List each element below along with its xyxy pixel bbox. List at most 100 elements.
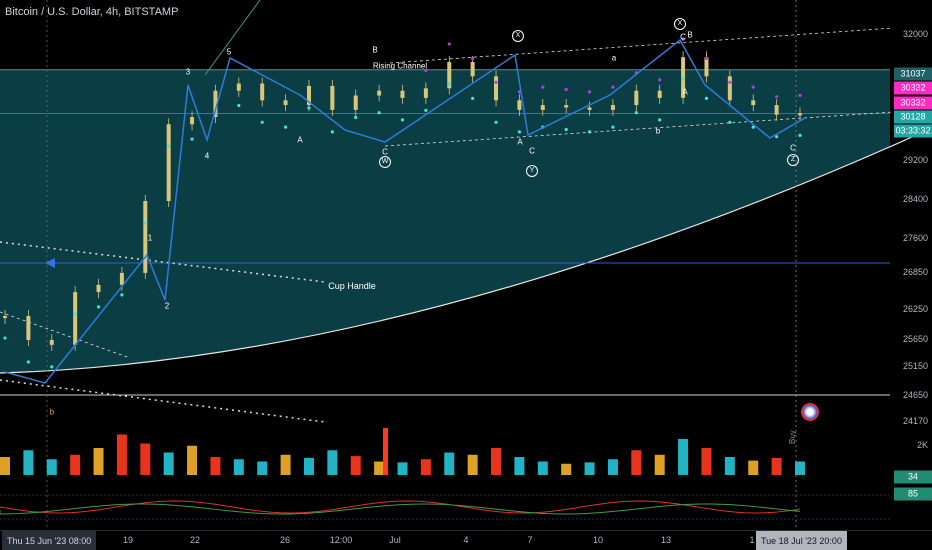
wave-label: b: [49, 407, 55, 417]
wave-label: 4: [204, 151, 210, 161]
candle-body: [494, 76, 499, 101]
volume-bar: [514, 457, 525, 475]
time-tick: Jul: [389, 535, 401, 545]
volume-bar: [374, 461, 385, 475]
volume-bar: [140, 443, 151, 475]
wave-label: C: [680, 32, 686, 42]
volume-bar: [467, 454, 478, 475]
support-dot: [634, 111, 638, 115]
volume-bar: [93, 448, 104, 475]
cup-handle-label: Cup Handle: [328, 281, 376, 291]
volume-bar: [420, 459, 431, 475]
support-dot: [167, 144, 171, 148]
volume-bar: [280, 454, 291, 475]
wave-label: 3: [185, 67, 191, 77]
candle-body: [400, 90, 405, 98]
candle-body: [143, 200, 148, 273]
support-dot: [283, 125, 288, 129]
support-dot: [73, 312, 77, 316]
time-tick: 19: [122, 535, 134, 545]
volume-bar: [748, 460, 759, 475]
wave-label: C: [529, 146, 535, 156]
volume-bar: [163, 452, 174, 475]
candle-body: [751, 100, 756, 106]
us-flag-icon[interactable]: [801, 403, 819, 421]
time-tick: 4: [463, 535, 469, 545]
price-tick: 25150: [902, 361, 928, 371]
volume-bar: [701, 448, 712, 475]
oscillator-green: [0, 503, 801, 515]
candle-body: [657, 90, 662, 98]
volume-bar: [724, 457, 735, 475]
channel-upper: [389, 27, 894, 64]
support-dot: [424, 108, 428, 112]
candle-body: [73, 292, 78, 345]
resistance-dot: [704, 56, 709, 60]
wave-label: B: [372, 45, 378, 55]
time-tick: 22: [189, 535, 201, 545]
wave-label: A: [517, 137, 523, 147]
resistance-dot: [564, 87, 568, 92]
candle-body: [49, 340, 54, 345]
resistance-dot: [494, 80, 498, 84]
volume-bar: [0, 457, 10, 475]
support-dot: [143, 221, 147, 225]
candle-body: [190, 117, 195, 125]
resistance-dot: [587, 90, 592, 94]
rising-channel-label: Rising Channel: [372, 61, 428, 71]
price-tick: 27600: [902, 233, 928, 243]
price-chart[interactable]: [0, 0, 932, 550]
candle-body: [704, 57, 709, 77]
price-tick: 24650: [902, 390, 928, 400]
circled-wave-label: X: [512, 30, 524, 42]
resistance-dot: [728, 80, 732, 84]
wave-label: b: [655, 126, 661, 136]
support-dot: [400, 118, 405, 122]
resistance-dot: [658, 78, 662, 82]
price-tick: 24170: [902, 416, 928, 426]
left-arrow-marker[interactable]: [45, 258, 55, 268]
price-badge-magenta: 30332: [894, 81, 932, 95]
price-badge-magenta: 30332: [894, 96, 932, 110]
candle-body: [423, 88, 428, 98]
candle-body: [283, 100, 288, 106]
candle-body: [517, 100, 522, 110]
price-tick: 26850: [902, 267, 928, 277]
price-tick: 32000: [902, 29, 928, 39]
chart-screen: Bitcoin / U.S. Dollar, 4h, BITSTAMP 3200…: [0, 0, 932, 550]
volume-bar: [23, 450, 34, 475]
volume-bar: [303, 457, 314, 475]
time-tick: 7: [527, 535, 533, 545]
candle-body: [377, 90, 382, 96]
volume-bar: [46, 459, 57, 475]
support-dot: [26, 360, 30, 364]
time-tick: 26: [279, 535, 291, 545]
candle-body: [236, 83, 241, 91]
volume-bar: [654, 454, 665, 475]
wave-label: A: [682, 87, 688, 97]
candle-body: [774, 105, 779, 115]
support-dot: [237, 103, 241, 108]
resistance-dot: [541, 85, 545, 89]
candle-body: [353, 95, 358, 110]
time-tick: 1: [749, 535, 755, 545]
time-start-label: Thu 15 Jun '23 08:00: [2, 531, 97, 550]
support-dot: [587, 130, 592, 134]
price-axis[interactable]: 32000 30128 29200 28400 27600 26850 26250 25650…: [890, 0, 932, 530]
resistance-dot: [447, 42, 451, 46]
volume-bar: [795, 461, 805, 475]
support-dot: [517, 130, 522, 134]
support-dot: [704, 96, 709, 100]
time-axis[interactable]: Thu 15 Jun '23 08:00 Tue 18 Jul '23 20:0…: [0, 530, 932, 550]
support-dot: [354, 115, 358, 120]
wave-label: A: [297, 135, 303, 145]
chart-title: Bitcoin / U.S. Dollar, 4h, BITSTAMP: [5, 6, 179, 18]
price-badge-indicator: 85: [894, 487, 932, 501]
resistance-dot: [751, 85, 755, 89]
support-dot: [307, 106, 311, 110]
price-tick: 28400: [902, 194, 928, 204]
price-tick: 26250: [902, 304, 928, 314]
time-tick: 13: [660, 535, 672, 545]
time-cursor-label: Tue 18 Jul '23 20:00: [756, 531, 847, 550]
support-dot: [564, 127, 568, 132]
